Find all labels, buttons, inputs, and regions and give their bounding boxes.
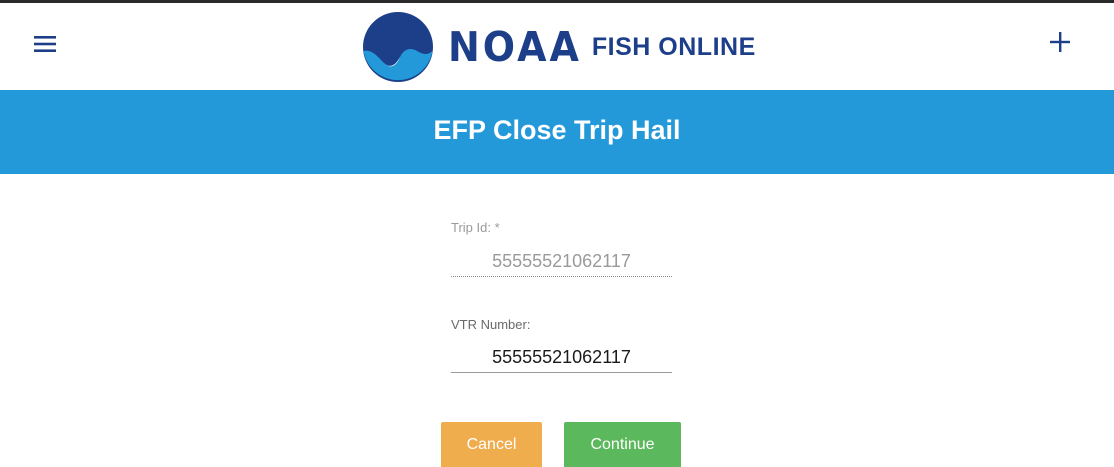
page-banner: EFP Close Trip Hail	[0, 90, 1114, 174]
noaa-emblem-icon	[363, 12, 433, 82]
brand-fish-online: FISH ONLINE	[591, 32, 756, 61]
noaa-fish-online-logo: NOAA FISH ONLINE	[362, 11, 756, 83]
continue-button[interactable]: Continue	[564, 422, 681, 467]
trip-id-field[interactable]	[451, 247, 672, 277]
app-header: NOAA FISH ONLINE	[0, 3, 1114, 90]
brand-noaa-wordmark: NOAA	[448, 23, 582, 71]
hamburger-menu-icon[interactable]	[32, 31, 58, 57]
vtr-number-label: VTR Number:	[451, 317, 531, 332]
vtr-number-field[interactable]	[451, 343, 672, 373]
plus-icon[interactable]	[1047, 29, 1073, 55]
trip-id-label: Trip Id: *	[451, 220, 500, 235]
page-title: EFP Close Trip Hail	[433, 114, 681, 145]
cancel-button[interactable]: Cancel	[441, 422, 542, 467]
